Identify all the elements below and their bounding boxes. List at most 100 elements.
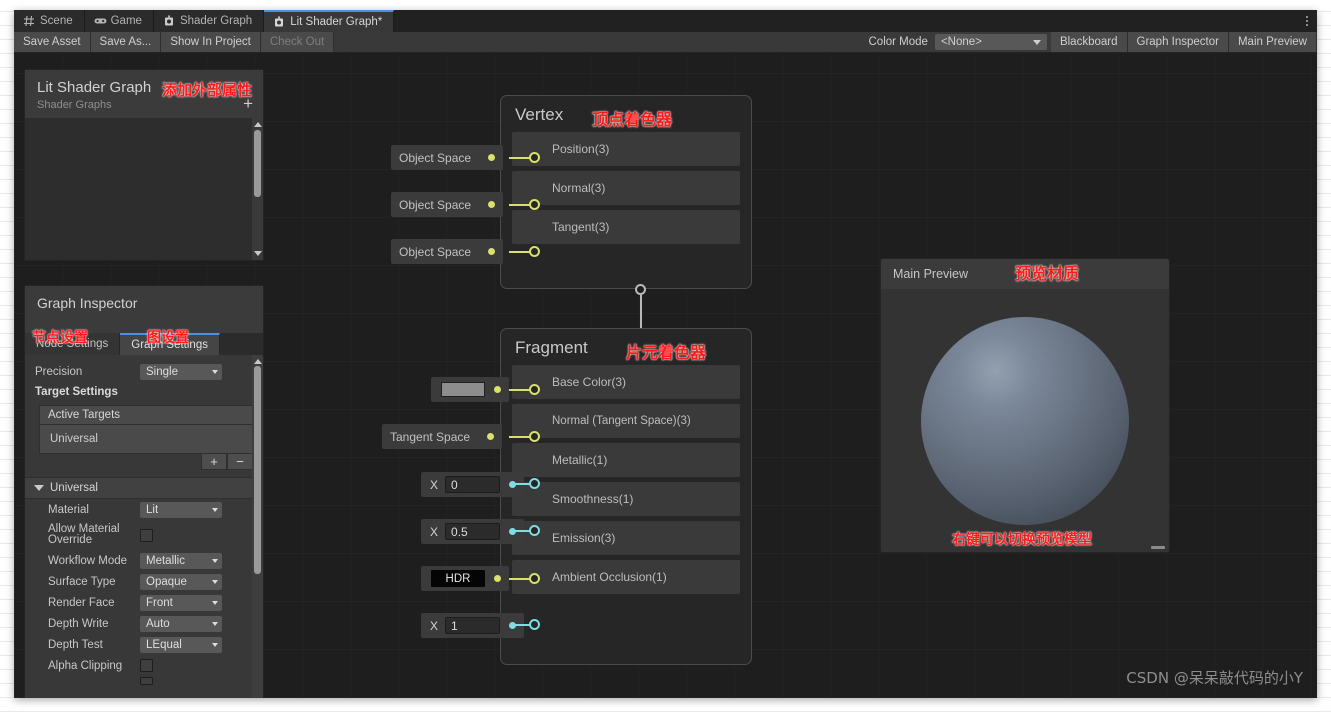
blackboard-scroll-track[interactable]: [254, 129, 261, 249]
smoothness-value-field[interactable]: 0.5: [445, 523, 501, 540]
alpha-clipping-checkbox[interactable]: [140, 659, 153, 672]
depth-write-dropdown[interactable]: Auto: [140, 615, 222, 632]
vertex-normal-port-ring[interactable]: [529, 199, 540, 210]
fragment-normal-external-block[interactable]: Tangent Space: [382, 424, 503, 449]
setting-row-render-face: Render Face Front: [25, 592, 263, 613]
fragment-port-normal-label: Normal (Tangent Space)(3): [552, 415, 691, 427]
material-dropdown[interactable]: Lit: [140, 501, 222, 518]
workflow-mode-value: Metallic: [146, 554, 185, 567]
graph-inspector-tabs-spacer: [219, 333, 263, 355]
scroll-down-icon[interactable]: [253, 251, 262, 256]
fragment-node[interactable]: Fragment Base Color(3) Normal (Tangent S…: [500, 328, 752, 665]
base-color-swatch[interactable]: [441, 382, 485, 397]
render-face-dropdown[interactable]: Front: [140, 594, 222, 611]
precision-dropdown[interactable]: Single: [140, 363, 222, 380]
show-in-project-button[interactable]: Show In Project: [161, 32, 261, 52]
inspector-scrollbar[interactable]: [252, 355, 263, 698]
fragment-emission-port-ring[interactable]: [529, 573, 540, 584]
kebab-menu-icon[interactable]: [1297, 10, 1317, 32]
fragment-port-metallic[interactable]: Metallic(1): [512, 443, 740, 477]
vertex-position-port-ring[interactable]: [529, 152, 540, 163]
blackboard-property-list[interactable]: [25, 118, 263, 260]
fragment-port-base-color[interactable]: Base Color(3): [512, 365, 740, 399]
metallic-value-field[interactable]: 0: [445, 476, 501, 493]
grid-icon: [23, 15, 35, 27]
vertex-position-external-block[interactable]: Object Space: [391, 145, 504, 170]
blackboard-scrollbar[interactable]: [252, 118, 263, 260]
vertex-port-normal[interactable]: Normal(3): [512, 171, 740, 205]
inspector-scroll-thumb[interactable]: [254, 366, 261, 575]
tab-lit-shader-graph[interactable]: Lit Shader Graph*: [264, 10, 395, 32]
depth-write-value: Auto: [146, 617, 170, 630]
depth-test-value: LEqual: [146, 638, 182, 651]
color-mode-dropdown[interactable]: <None>: [934, 34, 1047, 50]
cutoff-checkbox[interactable]: [140, 677, 153, 685]
vertex-tangent-port-ring[interactable]: [529, 246, 540, 257]
tab-shader-graph[interactable]: Shader Graph: [153, 10, 265, 32]
workflow-mode-dropdown[interactable]: Metallic: [140, 552, 222, 569]
fragment-metallic-external-block[interactable]: X 0: [421, 472, 525, 497]
main-preview-toggle-button[interactable]: Main Preview: [1228, 32, 1317, 52]
save-as-button[interactable]: Save As...: [90, 32, 162, 52]
save-asset-button[interactable]: Save Asset: [14, 32, 91, 52]
fragment-smoothness-port-ring[interactable]: [529, 525, 540, 536]
depth-write-label: Depth Write: [48, 617, 109, 630]
graph-inspector-toggle-button[interactable]: Graph Inspector: [1127, 32, 1229, 52]
main-preview-viewport[interactable]: [881, 289, 1169, 552]
vertex-port-tangent[interactable]: Tangent(3): [512, 210, 740, 244]
fragment-ambient-occlusion-external-block[interactable]: X 1: [421, 613, 525, 638]
vertex-port-tangent-label: Tangent(3): [552, 220, 610, 234]
scroll-up-icon[interactable]: [253, 122, 262, 127]
universal-foldout[interactable]: Universal: [25, 477, 263, 499]
target-settings-header: Target Settings: [25, 382, 263, 402]
workflow-mode-label: Workflow Mode: [48, 554, 128, 567]
active-target-item[interactable]: Universal: [39, 424, 253, 454]
port-dot-icon: [488, 248, 496, 255]
blackboard-scroll-thumb[interactable]: [254, 129, 261, 197]
vertex-out-connector-icon[interactable]: [635, 284, 646, 295]
annotation-right-click-switch-model: 右键可以切换预览模型: [952, 532, 1092, 548]
allow-material-override-checkbox[interactable]: [140, 528, 153, 542]
fragment-base-color-external-block[interactable]: [431, 377, 509, 402]
fragment-emission-external-block[interactable]: HDR: [421, 566, 509, 591]
main-preview-panel[interactable]: Main Preview: [880, 258, 1170, 553]
scroll-up-icon[interactable]: [253, 359, 262, 364]
setting-row-depth-test: Depth Test LEqual: [25, 634, 263, 655]
preview-resize-handle[interactable]: [1151, 546, 1165, 549]
connector-line: [639, 295, 642, 330]
ambient-occlusion-value-field[interactable]: 1: [445, 617, 501, 634]
add-target-button[interactable]: +: [201, 453, 227, 470]
vertex-port-position-label: Position(3): [552, 142, 610, 156]
fragment-normal-port-ring[interactable]: [529, 431, 540, 442]
tab-scene[interactable]: Scene: [14, 10, 85, 32]
chevron-down-icon: [212, 621, 218, 626]
fragment-metallic-port-ring[interactable]: [529, 478, 540, 489]
fragment-port-ambient-occlusion[interactable]: Ambient Occlusion(1): [512, 560, 740, 594]
active-targets-box: Active Targets Universal + −: [39, 405, 253, 470]
tab-game[interactable]: Game: [84, 10, 154, 32]
tab-lit-shader-graph-label: Lit Shader Graph*: [290, 16, 383, 28]
shader-graph-toolbar: Save Asset Save As... Show In Project Ch…: [14, 32, 1317, 53]
gamepad-icon: [94, 15, 107, 27]
fragment-ambient-occlusion-port-ring[interactable]: [529, 619, 540, 630]
surface-type-dropdown[interactable]: Opaque: [140, 573, 222, 590]
depth-test-dropdown[interactable]: LEqual: [140, 636, 222, 653]
vertex-tangent-external-block[interactable]: Object Space: [391, 239, 504, 264]
fragment-port-emission[interactable]: Emission(3): [512, 521, 740, 555]
emission-hdr-field[interactable]: HDR: [431, 570, 485, 587]
remove-target-button[interactable]: −: [227, 453, 253, 470]
vertex-normal-external-block[interactable]: Object Space: [391, 192, 504, 217]
surface-type-value: Opaque: [146, 575, 187, 588]
graph-inspector-body[interactable]: Precision Single Target Settings Active …: [25, 355, 263, 698]
vertex-port-position[interactable]: Position(3): [512, 132, 740, 166]
inspector-scroll-track[interactable]: [254, 366, 261, 698]
fragment-base-color-port-ring[interactable]: [529, 384, 540, 395]
preview-sphere: [921, 316, 1129, 525]
fragment-port-smoothness[interactable]: Smoothness(1): [512, 482, 740, 516]
blackboard-toggle-button[interactable]: Blackboard: [1050, 32, 1128, 52]
fragment-port-normal[interactable]: Normal (Tangent Space)(3): [512, 404, 740, 438]
graph-canvas[interactable]: Lit Shader Graph Shader Graphs + Graph I…: [14, 53, 1317, 698]
annotation-fragment-shader: 片元着色器: [626, 343, 707, 362]
chevron-down-icon: [212, 642, 218, 647]
fragment-smoothness-external-block[interactable]: X 0.5: [421, 519, 525, 544]
